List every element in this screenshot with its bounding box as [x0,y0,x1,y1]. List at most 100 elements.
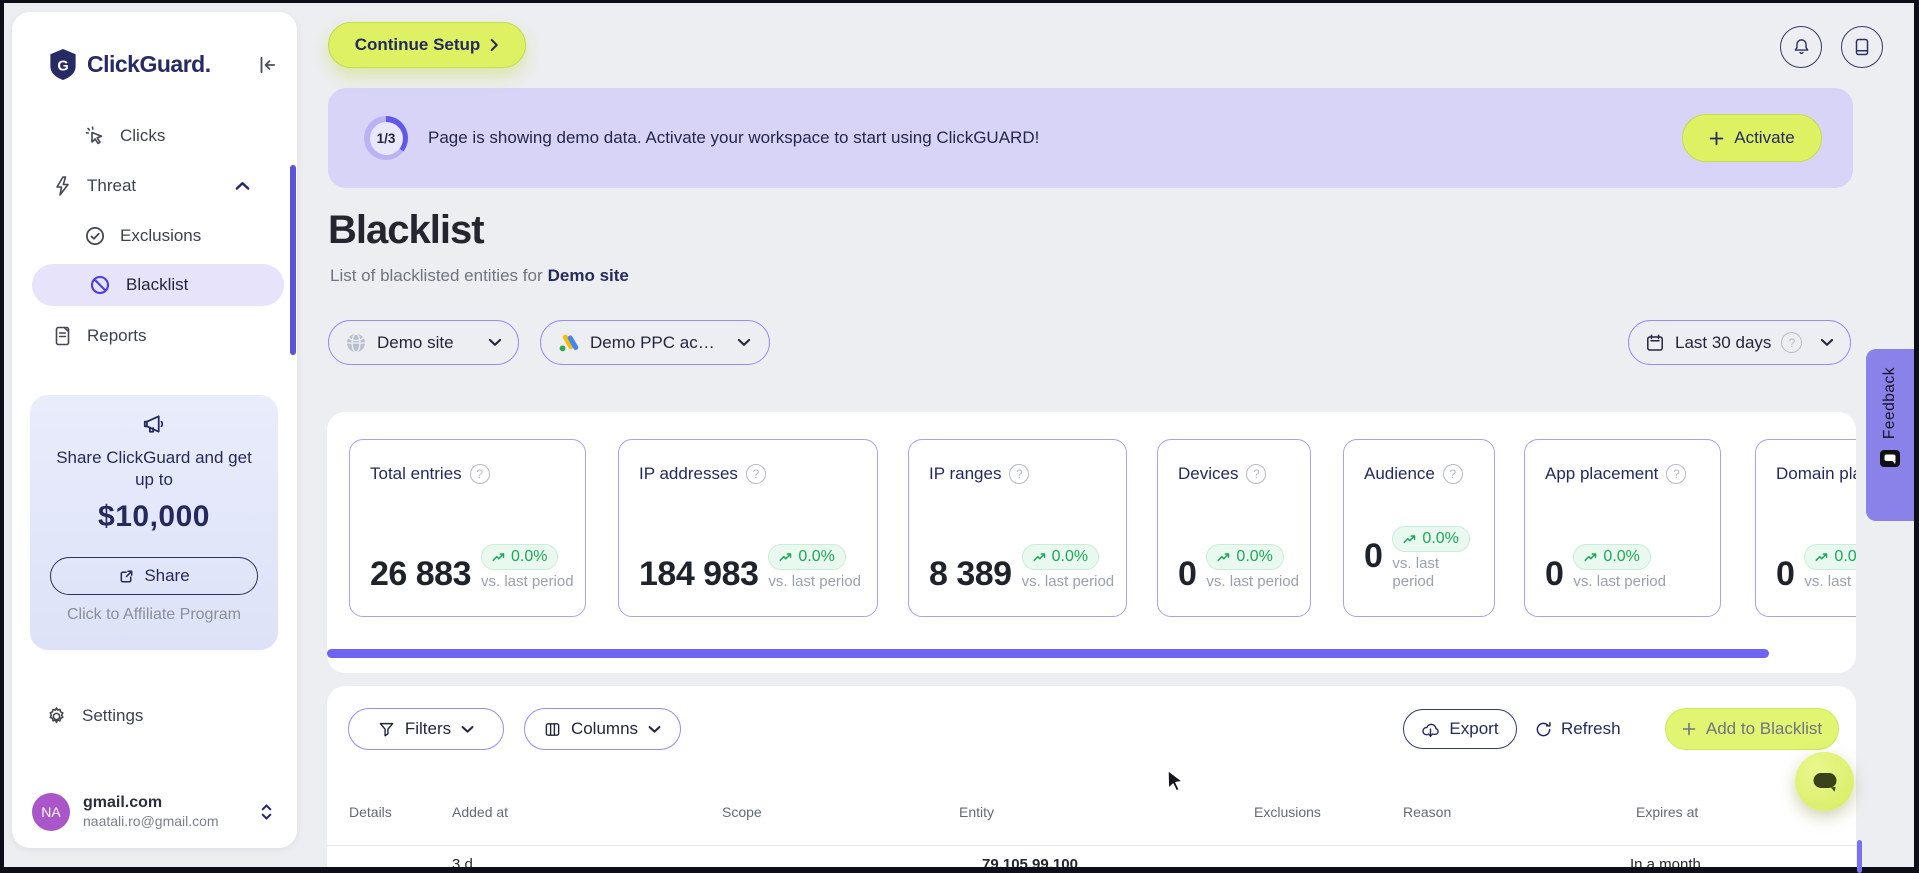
trend-up-icon [492,553,505,562]
bell-icon [1794,39,1808,55]
reading-list-icon [1855,38,1869,56]
promo-caption[interactable]: Click to Affiliate Program [30,606,278,624]
stat-note: vs. last period [1021,573,1115,591]
setup-progress-ring: 1/3 [364,116,408,160]
help-icon[interactable]: ? [1009,464,1030,484]
delta-value: 0.0% [511,548,548,566]
refresh-button[interactable]: Refresh [1535,709,1621,749]
chevron-up-icon[interactable] [235,181,250,191]
chevron-down-icon [737,338,751,346]
ppc-selector-value: Demo PPC ac… [590,332,715,352]
trend-up-icon [1584,553,1597,562]
trend-up-icon [1217,553,1230,562]
sidebar-collapse-icon[interactable] [256,54,280,78]
avatar: NA [32,793,70,831]
feedback-app-icon [1879,449,1901,469]
user-email: naatali.ro@gmail.com [83,813,219,830]
help-icon[interactable]: ? [1246,464,1267,484]
brand-logo[interactable]: G ClickGuard. [48,48,211,81]
delta-value: 0.0% [1236,548,1273,566]
delta-badge: 0.0% [1206,544,1284,571]
sidebar-item-label: Threat [87,176,137,195]
delta-badge: 0.0% [1573,544,1651,571]
add-to-blacklist-button[interactable]: Add to Blacklist [1665,708,1839,750]
trend-up-icon [779,553,792,562]
continue-setup-button[interactable]: Continue Setup [328,22,526,68]
chevron-down-icon [648,725,661,733]
sidebar-scrollbar[interactable] [290,165,296,355]
help-icon[interactable]: ? [469,464,490,484]
plus-icon [1682,722,1696,736]
blacklist-table-panel: Filters Columns Export Refresh Add to Bl… [327,686,1856,867]
sidebar: G ClickGuard. Clicks Threat Exclusions B… [12,12,297,848]
delta-value: 0.0% [798,548,835,566]
table-header-divider [327,845,1856,846]
help-icon[interactable]: ? [1781,332,1803,353]
delta-badge: 0.0% [1392,525,1470,552]
demo-data-banner: 1/3 Page is showing demo data. Activate … [328,88,1853,188]
delta-badge: 0.0% [481,544,559,571]
ppc-account-selector[interactable]: Demo PPC ac… [540,320,770,365]
activate-label: Activate [1734,128,1795,147]
table-row-entity: 79.105.99.100 [982,856,1078,867]
columns-label: Columns [570,719,639,738]
google-ads-icon [559,333,580,352]
column-header-scope[interactable]: Scope [722,804,762,820]
help-icon[interactable]: ? [1442,464,1463,484]
stat-card-domain-placement: Domain placement? 0 0.0% vs. last period [1755,439,1856,617]
cards-horizontal-scrollbar[interactable] [327,649,1769,658]
user-menu[interactable]: NA gmail.com naatali.ro@gmail.com [32,784,282,840]
feedback-tab[interactable]: Feedback [1866,349,1914,521]
help-icon[interactable]: ? [745,464,766,484]
filters-button[interactable]: Filters [348,708,504,750]
lightning-icon [53,176,72,196]
table-vertical-scrollbar[interactable] [1857,840,1862,873]
chat-widget-button[interactable] [1795,752,1854,811]
sidebar-item-settings[interactable]: Settings [12,694,331,738]
stat-title: IP ranges [929,464,1002,483]
column-header-entity[interactable]: Entity [959,804,994,820]
export-label: Export [1449,719,1499,738]
activate-button[interactable]: Activate [1682,114,1822,162]
column-header-expires-at[interactable]: Expires at [1636,804,1698,820]
help-icon[interactable]: ? [1666,464,1687,484]
stat-title: IP addresses [639,464,738,483]
column-header-exclusions[interactable]: Exclusions [1254,804,1321,820]
sidebar-item-clicks[interactable]: Clicks [12,114,370,158]
stat-value: 0 [1776,555,1795,594]
chat-bubble-icon [1813,772,1836,792]
stat-card-app-placement: App placement? 0 0.0% vs. last period [1524,439,1721,617]
chevron-right-icon [490,38,499,52]
column-header-details[interactable]: Details [349,804,392,820]
brand-name: ClickGuard. [87,51,211,77]
promo-text: Share ClickGuard and get up to [56,448,252,490]
megaphone-icon [141,411,167,437]
page-subtitle: List of blacklisted entities for Demo sit… [330,266,629,286]
site-selector-value: Demo site [377,332,454,352]
stat-note: vs. last period [1573,573,1666,591]
banner-message: Page is showing demo data. Activate your… [428,128,1040,147]
stat-card-audience: Audience? 0 0.0% vs. last period [1343,439,1495,617]
columns-button[interactable]: Columns [524,708,681,750]
continue-setup-label: Continue Setup [354,35,481,54]
site-selector[interactable]: Demo site [328,320,519,365]
docs-button[interactable] [1841,26,1883,68]
delta-badge: 0.0% [1804,544,1856,571]
stat-title: Total entries [370,464,462,483]
column-header-added-at[interactable]: Added at [452,804,508,820]
column-header-reason[interactable]: Reason [1403,804,1451,820]
page-subtitle-site: Demo site [547,266,629,285]
trend-up-icon [1815,553,1828,562]
sidebar-item-blacklist[interactable]: Blacklist [32,264,284,306]
stat-note: vs. last period [1804,573,1856,591]
sidebar-item-exclusions[interactable]: Exclusions [12,214,370,258]
delta-value: 0.0% [1603,548,1640,566]
share-button[interactable]: Share [50,557,258,595]
delta-value: 0.0% [1051,548,1089,566]
export-button[interactable]: Export [1403,709,1517,749]
sidebar-item-label: Blacklist [126,275,189,294]
notifications-button[interactable] [1780,26,1822,68]
chevron-down-icon [1820,338,1834,346]
date-range-selector[interactable]: Last 30 days ? [1628,320,1851,365]
stat-value: 0 [1364,536,1383,575]
